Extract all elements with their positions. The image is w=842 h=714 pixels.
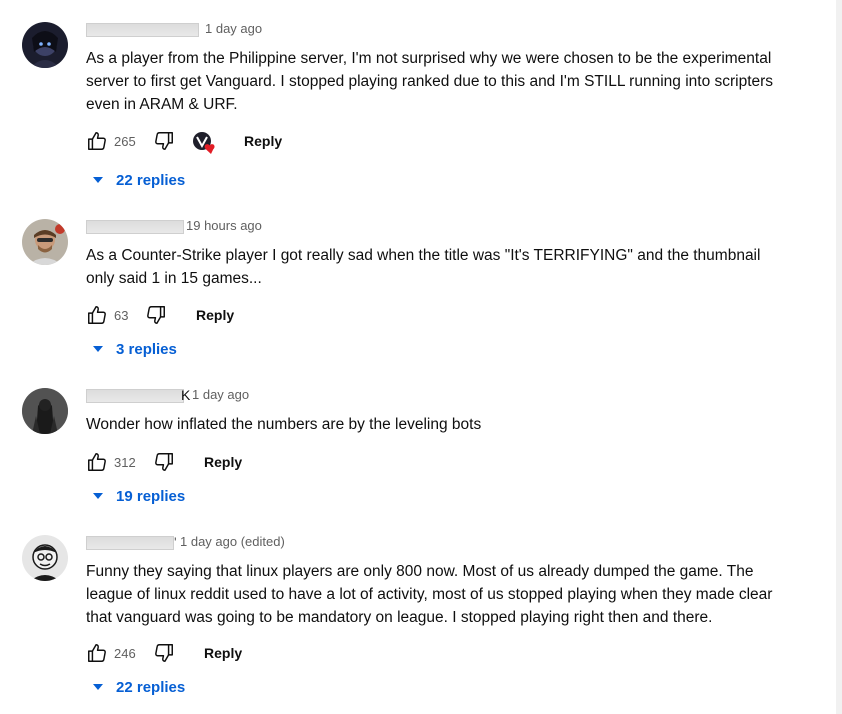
author-name-redacted[interactable] bbox=[86, 220, 184, 234]
author-name-redacted[interactable] bbox=[86, 536, 174, 550]
author-name-redacted[interactable] bbox=[86, 389, 184, 403]
comment-text: As a player from the Philippine server, … bbox=[86, 50, 774, 113]
comment-time[interactable]: 1 day ago (edited) bbox=[180, 534, 285, 549]
comment-actions: 246 Reply bbox=[86, 642, 776, 668]
like-count: 312 bbox=[114, 455, 136, 470]
comment-text: As a Counter-Strike player I got really … bbox=[86, 247, 761, 287]
caret-down-icon bbox=[93, 177, 103, 183]
view-replies-button[interactable]: 3 replies bbox=[93, 341, 177, 358]
like-count: 265 bbox=[114, 134, 136, 149]
view-replies-button[interactable]: 19 replies bbox=[93, 488, 185, 505]
comment-text: Funny they saying that linux players are… bbox=[86, 563, 773, 626]
avatar[interactable] bbox=[22, 219, 68, 265]
thumbs-up-icon[interactable] bbox=[86, 451, 108, 478]
caret-down-icon bbox=[93, 346, 103, 352]
reply-button[interactable]: Reply bbox=[244, 133, 282, 149]
comment-actions: 265 Reply bbox=[86, 130, 776, 156]
author-name-redacted[interactable] bbox=[86, 23, 199, 37]
caret-down-icon bbox=[93, 493, 103, 499]
comment-time[interactable]: 19 hours ago bbox=[186, 218, 262, 233]
avatar[interactable] bbox=[22, 22, 68, 68]
comment-text: Wonder how inflated the numbers are by t… bbox=[86, 416, 482, 433]
comment-time[interactable]: 1 day ago bbox=[192, 387, 249, 402]
avatar[interactable] bbox=[22, 388, 68, 434]
author-name-tail[interactable]: ' bbox=[174, 534, 177, 550]
comment-header: 1 day ago bbox=[86, 21, 776, 40]
comment-time[interactable]: 1 day ago bbox=[205, 21, 262, 36]
replies-count-label: 22 replies bbox=[116, 172, 186, 189]
author-name-tail[interactable]: K bbox=[181, 387, 190, 403]
thumbs-up-icon[interactable] bbox=[86, 304, 108, 331]
comment-header: K 1 day ago bbox=[86, 387, 776, 406]
like-count: 63 bbox=[114, 308, 129, 323]
thumbs-down-icon[interactable] bbox=[153, 130, 175, 157]
thumbs-down-icon[interactable] bbox=[153, 642, 175, 669]
thumbs-down-icon[interactable] bbox=[153, 451, 175, 478]
replies-count-label: 3 replies bbox=[116, 341, 177, 358]
thumbs-up-icon[interactable] bbox=[86, 130, 108, 157]
replies-count-label: 19 replies bbox=[116, 488, 186, 505]
like-count: 246 bbox=[114, 646, 136, 661]
comment-header: 19 hours ago bbox=[86, 218, 776, 237]
comment-header: ' 1 day ago (edited) bbox=[86, 534, 776, 553]
reply-button[interactable]: Reply bbox=[204, 454, 242, 470]
reply-button[interactable]: Reply bbox=[204, 645, 242, 661]
avatar[interactable] bbox=[22, 535, 68, 581]
caret-down-icon bbox=[93, 684, 103, 690]
scrollbar-track[interactable] bbox=[836, 0, 842, 714]
creator-heart-icon[interactable] bbox=[192, 131, 218, 160]
thumbs-down-icon[interactable] bbox=[145, 304, 167, 331]
replies-count-label: 22 replies bbox=[116, 679, 186, 696]
comment-actions: 63 Reply bbox=[86, 304, 776, 330]
view-replies-button[interactable]: 22 replies bbox=[93, 679, 185, 696]
reply-button[interactable]: Reply bbox=[196, 307, 234, 323]
comment-actions: 312 Reply bbox=[86, 451, 776, 477]
thumbs-up-icon[interactable] bbox=[86, 642, 108, 669]
view-replies-button[interactable]: 22 replies bbox=[93, 172, 185, 189]
